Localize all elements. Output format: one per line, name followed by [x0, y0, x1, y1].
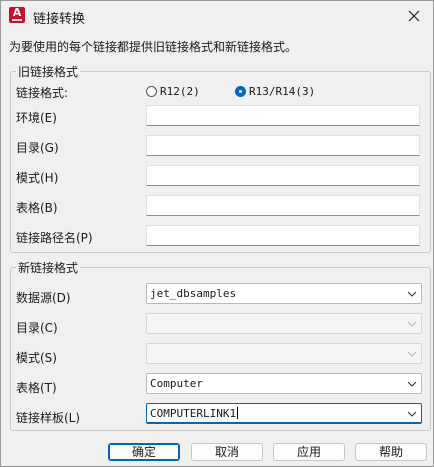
- autocad-app-icon: A: [9, 7, 25, 23]
- chevron-down-icon: [407, 351, 417, 357]
- catalog-old-label: 目录(G): [16, 141, 59, 155]
- table-old-label: 表格(B): [16, 201, 58, 215]
- new-link-format-title: 新链接格式: [16, 259, 81, 276]
- ok-button[interactable]: 确定: [108, 443, 180, 461]
- close-icon: [408, 10, 420, 22]
- window-title: 链接转换: [33, 12, 86, 27]
- link-format-label: 链接格式:: [16, 86, 69, 100]
- chevron-down-icon: [407, 411, 417, 417]
- catalog-new-combo[interactable]: [146, 313, 422, 334]
- help-button[interactable]: 帮助: [355, 443, 427, 461]
- radio-r12-label: R12(2): [160, 85, 200, 98]
- intro-text: 为要使用的每个链接都提供旧链接格式和新链接格式。: [9, 40, 298, 54]
- link-path-label: 链接路径名(P): [16, 231, 93, 245]
- table-new-label: 表格(T): [16, 381, 57, 395]
- link-conversion-dialog: A 链接转换 为要使用的每个链接都提供旧链接格式和新链接格式。 旧链接格式 链接…: [0, 0, 434, 467]
- radio-r13-r14-label: R13/R14(3): [249, 85, 316, 98]
- title-bar: A 链接转换: [1, 1, 433, 31]
- link-template-label: 链接样板(L): [16, 411, 81, 425]
- radio-r12-indicator: [146, 86, 157, 97]
- cancel-button[interactable]: 取消: [191, 443, 263, 461]
- schema-old-label: 模式(H): [16, 171, 59, 185]
- chevron-down-icon: [407, 291, 417, 297]
- schema-old-field[interactable]: [146, 165, 420, 186]
- datasource-combo[interactable]: jet_dbsamples: [146, 283, 422, 304]
- chevron-down-icon: [407, 381, 417, 387]
- catalog-old-field[interactable]: [146, 135, 420, 156]
- radio-r12[interactable]: R12(2): [146, 85, 200, 98]
- table-new-value: Computer: [150, 377, 203, 390]
- schema-new-combo[interactable]: [146, 343, 422, 364]
- catalog-new-label: 目录(C): [16, 321, 58, 335]
- close-button[interactable]: [403, 5, 425, 27]
- text-caret: [237, 407, 239, 419]
- datasource-label: 数据源(D): [16, 291, 71, 305]
- link-template-value: COMPUTERLINK1: [150, 407, 239, 420]
- link-path-field[interactable]: [146, 225, 420, 246]
- old-link-format-title: 旧链接格式: [16, 63, 81, 80]
- radio-r13-r14[interactable]: R13/R14(3): [235, 85, 315, 98]
- radio-r13-r14-indicator: [235, 86, 246, 97]
- table-old-field[interactable]: [146, 195, 420, 216]
- apply-button[interactable]: 应用: [273, 443, 345, 461]
- env-field[interactable]: [146, 105, 420, 126]
- link-template-combo[interactable]: COMPUTERLINK1: [146, 403, 422, 424]
- table-new-combo[interactable]: Computer: [146, 373, 422, 394]
- datasource-value: jet_dbsamples: [150, 287, 237, 300]
- env-label: 环境(E): [16, 111, 57, 125]
- schema-new-label: 模式(S): [16, 351, 57, 365]
- chevron-down-icon: [407, 321, 417, 327]
